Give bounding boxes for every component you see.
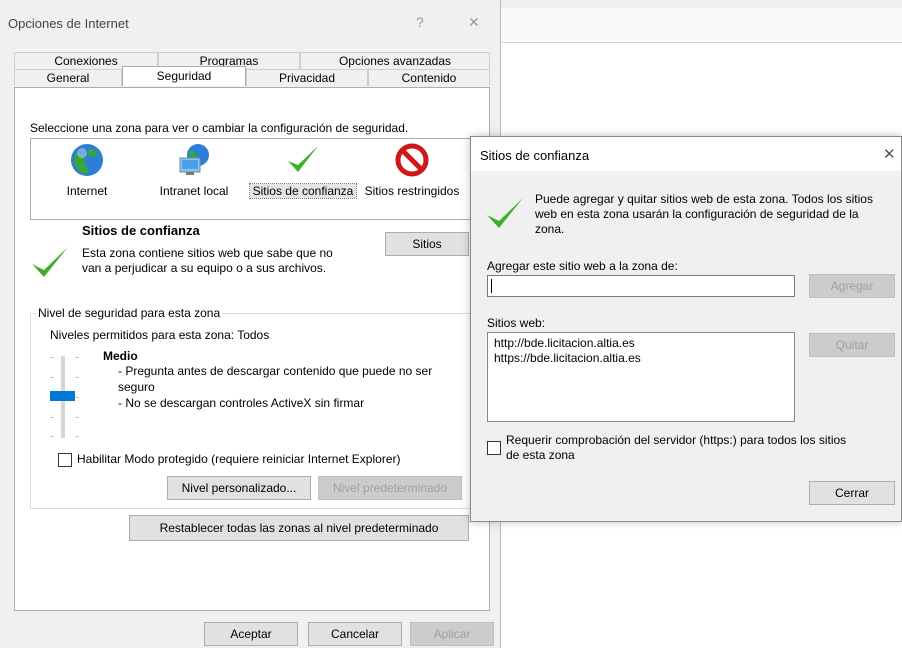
- tab-row-1: Conexiones Programas Opciones avanzadas: [14, 52, 490, 69]
- zone-label: Sitios restringidos: [364, 184, 460, 198]
- checkmark-icon: [288, 146, 318, 172]
- protected-mode-checkbox[interactable]: [58, 453, 72, 467]
- level-desc-line1: - Pregunta antes de descargar contenido …: [118, 364, 433, 378]
- zone-prompt: Seleccione una zona para ver o cambiar l…: [30, 121, 409, 135]
- tab-seguridad[interactable]: Seguridad: [122, 66, 246, 86]
- remove-button[interactable]: Quitar: [809, 333, 895, 357]
- trusted-info-line3: zona.: [535, 222, 565, 236]
- zone-description-line2: van a perjudicar a su equipo o a sus arc…: [82, 261, 327, 275]
- websites-label: Sitios web:: [487, 316, 546, 330]
- level-desc-line1b: seguro: [118, 380, 155, 394]
- require-https-checkbox[interactable]: [487, 441, 501, 455]
- list-item[interactable]: https://bde.licitacion.altia.es: [494, 351, 641, 365]
- zone-title: Sitios de confianza: [82, 223, 200, 238]
- background-window-bar: [500, 8, 902, 43]
- trusted-close-icon[interactable]: ✕: [883, 145, 896, 163]
- trusted-info-line1: Puede agregar y quitar sitios web de est…: [535, 192, 873, 206]
- close-trusted-button[interactable]: Cerrar: [809, 481, 895, 505]
- tab-contenido[interactable]: Contenido: [368, 69, 490, 86]
- slider-tick: [50, 417, 54, 418]
- apply-button[interactable]: Aplicar: [410, 622, 494, 646]
- zone-internet[interactable]: Internet: [52, 142, 122, 198]
- close-button[interactable]: ✕: [468, 14, 480, 31]
- zone-description-line1: Esta zona contiene sitios web que sabe q…: [82, 246, 333, 260]
- restricted-icon: [395, 143, 429, 177]
- security-level-group-label: Nivel de seguridad para esta zona: [36, 306, 223, 320]
- slider-tick: [75, 436, 79, 437]
- level-name: Medio: [103, 349, 138, 363]
- text-caret: [491, 279, 492, 293]
- slider-tick: [75, 417, 79, 418]
- trusted-sites-dialog: Sitios de confianza ✕ Puede agregar y qu…: [470, 136, 902, 522]
- slider-tick: [50, 357, 54, 358]
- tab-row-2: General Seguridad Privacidad Contenido: [14, 66, 490, 86]
- help-button[interactable]: ?: [416, 14, 424, 30]
- ok-button[interactable]: Aceptar: [204, 622, 298, 646]
- require-https-label-line1: Requerir comprobación del servidor (http…: [506, 433, 847, 447]
- custom-level-button[interactable]: Nivel personalizado...: [167, 476, 311, 500]
- websites-listbox[interactable]: http://bde.licitacion.altia.es https://b…: [487, 332, 795, 422]
- slider-tick: [75, 357, 79, 358]
- default-level-button[interactable]: Nivel predeterminado: [318, 476, 462, 500]
- allowed-levels-text: Niveles permitidos para esta zona: Todos: [50, 328, 270, 342]
- trusted-check-icon: [487, 198, 523, 228]
- add-site-label: Agregar este sitio web a la zona de:: [487, 259, 678, 273]
- require-https-label-line2: de esta zona: [506, 448, 575, 462]
- slider-tick: [50, 377, 54, 378]
- trusted-zone-check-icon: [32, 247, 68, 277]
- tab-general[interactable]: General: [14, 69, 122, 86]
- slider-tick: [75, 377, 79, 378]
- cancel-button[interactable]: Cancelar: [308, 622, 402, 646]
- zone-label: Internet: [66, 184, 108, 198]
- zone-restricted-sites[interactable]: Sitios restringidos: [360, 142, 464, 198]
- dialog-title: Opciones de Internet: [8, 16, 129, 31]
- level-desc-line2: - No se descargan controles ActiveX sin …: [118, 396, 365, 410]
- zone-trusted-sites[interactable]: Sitios de confianza: [249, 142, 357, 199]
- zone-label: Sitios de confianza: [249, 183, 357, 199]
- protected-mode-label: Habilitar Modo protegido (requiere reini…: [77, 452, 401, 466]
- tab-privacidad[interactable]: Privacidad: [246, 69, 368, 86]
- slider-tick: [75, 397, 79, 398]
- reset-all-zones-button[interactable]: Restablecer todas las zonas al nivel pre…: [129, 515, 469, 541]
- sites-button[interactable]: Sitios: [385, 232, 469, 256]
- intranet-icon: [179, 144, 209, 175]
- list-item[interactable]: http://bde.licitacion.altia.es: [494, 336, 635, 350]
- add-site-input[interactable]: [487, 275, 795, 297]
- trusted-info-line2: web en esta zona usarán la configuración…: [535, 207, 859, 221]
- internet-options-dialog: Opciones de Internet ? ✕ Conexiones Prog…: [0, 0, 501, 648]
- trusted-dialog-title: Sitios de confianza: [480, 148, 590, 163]
- tab-opciones-avanzadas[interactable]: Opciones avanzadas: [300, 52, 490, 69]
- globe-icon: [71, 144, 103, 176]
- slider-tick: [50, 436, 54, 437]
- security-slider-thumb[interactable]: [50, 391, 75, 401]
- zone-label: Intranet local: [159, 184, 229, 198]
- add-button[interactable]: Agregar: [809, 274, 895, 298]
- zone-intranet[interactable]: Intranet local: [152, 142, 236, 198]
